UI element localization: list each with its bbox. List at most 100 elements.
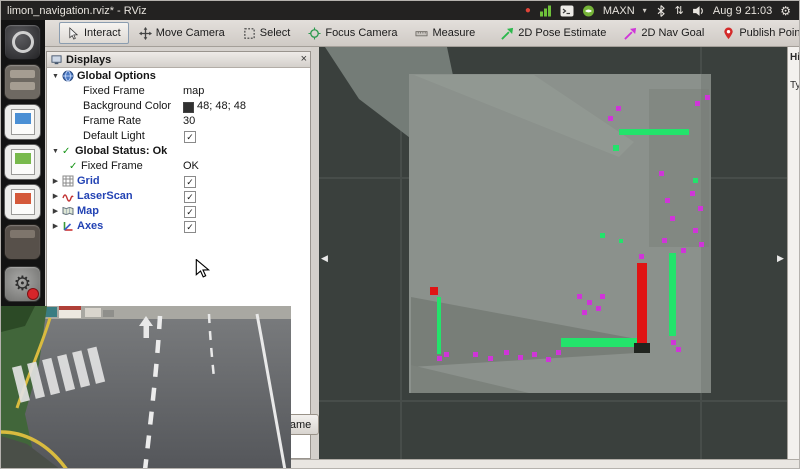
row-label: Map (77, 204, 99, 219)
checkbox[interactable]: ✓ (184, 191, 196, 203)
indicator-label[interactable]: MAXN (603, 5, 635, 17)
move-camera-tool-button[interactable]: Move Camera (131, 22, 233, 44)
document-icon (11, 109, 35, 135)
row-label: Fixed Frame (83, 84, 145, 99)
row-label: Fixed Frame (81, 159, 143, 174)
ubuntu-menubar: limon_navigation.rviz* - RViz ● MAXN ▾ ⇅ (1, 1, 799, 20)
checkbox[interactable]: ✓ (184, 176, 196, 188)
tool-label: Publish Point (739, 27, 800, 39)
interact-tool-button[interactable]: Interact (59, 22, 129, 44)
archive-band-icon (10, 230, 35, 238)
drawer-icon (10, 82, 35, 90)
row-fixed-frame-status[interactable]: ✓ Fixed Frame OK (47, 159, 310, 174)
move-camera-icon (139, 27, 152, 40)
row-label: Global Status: Ok (75, 144, 167, 159)
select-tool-button[interactable]: Select (235, 22, 299, 44)
chart-icon[interactable] (539, 4, 552, 18)
robot-footprint (634, 343, 650, 353)
measure-ruler-icon (415, 27, 428, 40)
row-background-color[interactable]: Background Color 48; 48; 48 (47, 99, 310, 114)
render-3d-view[interactable] (319, 47, 787, 459)
panel-splitter[interactable] (311, 47, 319, 459)
nav-goal-arrow-icon (624, 27, 637, 40)
row-global-status[interactable]: ▼ ✓ Global Status: Ok (47, 144, 310, 159)
terminal-icon[interactable] (560, 4, 574, 18)
row-map-display[interactable]: ▶ Map ✓ (47, 204, 310, 219)
row-laserscan-display[interactable]: ▶ LaserScan ✓ (47, 189, 310, 204)
axes-display-icon (62, 220, 74, 232)
row-default-light[interactable]: Default Light ✓ (47, 129, 310, 144)
row-grid-display[interactable]: ▶ Grid ✓ (47, 174, 310, 189)
window-title: limon_navigation.rviz* - RViz (7, 5, 147, 17)
row-frame-rate[interactable]: Frame Rate 30 (47, 114, 310, 129)
interact-cursor-icon (67, 27, 80, 40)
row-label: Background Color (83, 99, 171, 114)
presentation-icon (11, 189, 35, 215)
nav-goal-tool-button[interactable]: 2D Nav Goal (616, 22, 712, 44)
right-panel-text-fragment: Hi (790, 52, 800, 63)
globe-icon (62, 70, 74, 82)
bottom-panel-strip (291, 459, 800, 469)
row-label: Global Options (77, 69, 156, 84)
clock[interactable]: Aug 9 21:03 (713, 5, 772, 17)
row-label: Axes (77, 219, 103, 234)
screen-record-icon[interactable]: ● (525, 4, 531, 18)
laserscan-display-icon (62, 190, 74, 202)
tool-label: Focus Camera (325, 27, 397, 39)
status-ok-icon: ✓ (62, 144, 70, 159)
drawer-icon (10, 70, 35, 78)
monitor-icon (51, 54, 62, 65)
launcher-item-impress-document[interactable] (4, 184, 41, 220)
row-value[interactable]: map (183, 84, 204, 99)
rviz-toolbar: Interact Move Camera Select Focus Camera (1, 20, 799, 47)
launcher-item-system-settings[interactable]: ⚙ (4, 266, 41, 302)
tool-label: Interact (84, 27, 121, 39)
mouse-cursor (194, 259, 212, 278)
expander-icon[interactable]: ▶ (51, 219, 60, 234)
row-value[interactable]: 48; 48; 48 (197, 99, 246, 114)
panel-collapse-right-icon[interactable]: ▶ (777, 253, 784, 264)
bluetooth-icon[interactable] (655, 4, 667, 18)
tool-label: Select (260, 27, 291, 39)
panel-collapse-left-icon[interactable]: ◀ (321, 253, 328, 264)
checkbox[interactable]: ✓ (184, 221, 196, 233)
row-axes-display[interactable]: ▶ Axes ✓ (47, 219, 310, 234)
publish-point-tool-button[interactable]: Publish Point (714, 22, 800, 44)
expander-icon[interactable]: ▶ (51, 204, 60, 219)
unity-launcher: ⚙ (1, 20, 45, 306)
close-icon[interactable]: × (301, 52, 307, 66)
row-fixed-frame[interactable]: Fixed Frame map (47, 84, 310, 99)
tool-label: Measure (432, 27, 475, 39)
tool-label: Move Camera (156, 27, 225, 39)
launcher-item-archive[interactable] (4, 224, 41, 260)
displays-panel-header[interactable]: Displays × (47, 52, 310, 68)
desktop-screen: ◀ ▶ Hi Ty Displays × ▼ Global Options (0, 0, 800, 469)
row-global-options[interactable]: ▼ Global Options (47, 69, 310, 84)
color-swatch[interactable] (183, 102, 194, 113)
session-gear-icon[interactable]: ⚙ (780, 4, 791, 18)
focus-camera-tool-button[interactable]: Focus Camera (300, 22, 405, 44)
expander-icon[interactable]: ▶ (51, 189, 60, 204)
expander-icon[interactable]: ▶ (51, 174, 60, 189)
checkbox[interactable]: ✓ (184, 206, 196, 218)
checkbox[interactable]: ✓ (184, 131, 196, 143)
expander-icon[interactable]: ▼ (51, 144, 60, 159)
launcher-item-calc-document[interactable] (4, 144, 41, 180)
spreadsheet-icon (11, 149, 35, 175)
launcher-item-writer-document[interactable] (4, 104, 41, 140)
row-label: Default Light (83, 129, 145, 144)
nvidia-icon[interactable] (582, 4, 595, 18)
expander-icon[interactable]: ▼ (51, 69, 60, 84)
focus-camera-icon (308, 27, 321, 40)
views-panel-sliver[interactable]: Hi Ty (787, 47, 800, 459)
network-sync-icon[interactable]: ⇅ (675, 4, 684, 18)
rviz-logo-icon (12, 31, 34, 53)
launcher-item-rviz[interactable] (4, 24, 41, 60)
pose-estimate-tool-button[interactable]: 2D Pose Estimate (493, 22, 614, 44)
volume-icon[interactable] (692, 4, 705, 18)
chevron-down-icon: ▾ (643, 6, 647, 15)
launcher-item-file-manager[interactable] (4, 64, 41, 100)
publish-point-pin-icon (722, 27, 735, 40)
measure-tool-button[interactable]: Measure (407, 22, 483, 44)
row-value[interactable]: 30 (183, 114, 195, 129)
